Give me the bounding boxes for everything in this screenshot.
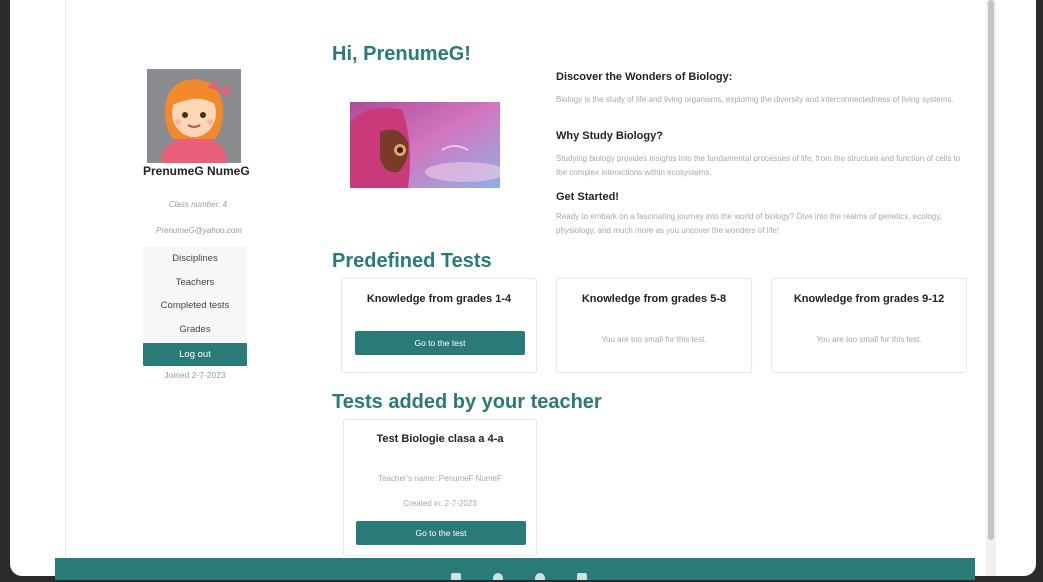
info-title-why: Why Study Biology? <box>556 130 663 142</box>
sidebar-item-teachers[interactable]: Teachers <box>143 271 247 295</box>
test-card-grades-5-8: Knowledge from grades 5-8 You are too sm… <box>556 278 752 373</box>
test-card-title: Knowledge from grades 5-8 <box>581 293 727 305</box>
user-email: PrenumeG@yahoo.com <box>156 226 242 235</box>
test-unavailable-note: You are too small for this test. <box>816 335 922 344</box>
info-title-discover: Discover the Wonders of Biology: <box>556 71 733 83</box>
page-footer <box>55 558 975 580</box>
logout-button[interactable]: Log out <box>143 343 247 366</box>
user-full-name: PrenumeG NumeG <box>143 164 250 178</box>
facebook-icon[interactable] <box>451 573 461 580</box>
info-text-get-started: Ready to embark on a fascinating journey… <box>556 212 942 235</box>
teacher-test-title: Test Biologie clasa a 4-a <box>376 433 504 445</box>
vertical-scrollbar[interactable] <box>986 0 996 576</box>
linkedin-icon[interactable] <box>577 573 587 580</box>
sidebar-item-disciplines[interactable]: Disciplines <box>143 247 247 271</box>
teacher-name: Teacher's name: PenumeF NumeF <box>378 474 502 483</box>
info-text-discover: Biology is the study of life and living … <box>556 95 954 104</box>
sidebar-menu: Disciplines Teachers Completed tests Gra… <box>143 247 247 346</box>
sidebar-item-grades[interactable]: Grades <box>143 318 247 342</box>
info-text-why: Studying biology provides insights into … <box>556 154 961 177</box>
go-to-test-button[interactable]: Go to the test <box>356 521 526 545</box>
created-date: Created in: 2-7-2023 <box>403 499 477 508</box>
predefined-tests-heading: Predefined Tests <box>332 250 492 272</box>
teacher-test-card: Test Biologie clasa a 4-a Teacher's name… <box>343 419 537 556</box>
instagram-icon[interactable] <box>493 573 503 580</box>
joined-date: Joined 2-7-2023 <box>164 370 226 380</box>
test-card-grades-9-12: Knowledge from grades 9-12 You are too s… <box>771 278 967 373</box>
info-title-get-started: Get Started! <box>556 191 619 203</box>
test-card-grades-1-4: Knowledge from grades 1-4 Go to the test <box>341 278 537 373</box>
test-card-title: Knowledge from grades 1-4 <box>366 293 512 305</box>
test-card-title: Knowledge from grades 9-12 <box>793 293 945 305</box>
github-icon[interactable] <box>535 573 545 580</box>
device-frame: PrenumeG NumeG Class number: 4 PrenumeG@… <box>0 0 1043 582</box>
greeting-title: Hi, PrenumeG! <box>332 43 471 65</box>
user-avatar <box>147 69 241 163</box>
teacher-tests-heading: Tests added by your teacher <box>332 391 602 413</box>
hero-illustration <box>350 102 500 188</box>
scrollbar-thumb[interactable] <box>988 0 994 540</box>
go-to-test-button[interactable]: Go to the test <box>355 331 525 355</box>
test-unavailable-note: You are too small for this test. <box>601 335 707 344</box>
class-number: Class number: 4 <box>168 200 228 209</box>
sidebar-item-completed-tests[interactable]: Completed tests <box>143 294 247 318</box>
